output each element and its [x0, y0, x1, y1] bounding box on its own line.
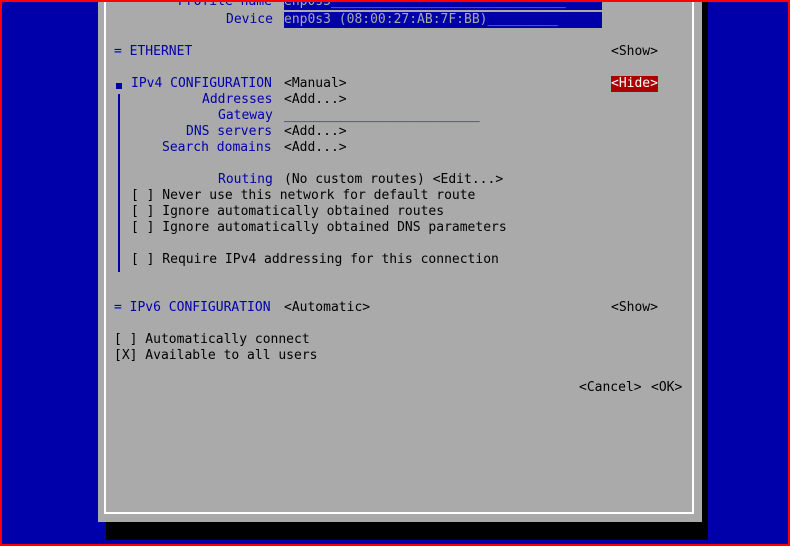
gateway-label: Gateway [218, 108, 273, 123]
profile-name-input[interactable]: enp0s3______________________________ [284, 0, 602, 10]
ignore-routes-checkbox[interactable]: [ ] Ignore automatically obtained routes [131, 204, 444, 220]
all-users-checkbox[interactable]: [X] Available to all users [114, 348, 318, 364]
ipv6-mode-dropdown[interactable]: <Automatic> [284, 300, 370, 316]
device-label: Device [226, 12, 273, 27]
never-default-route-checkbox[interactable]: [ ] Never use this network for default r… [131, 188, 475, 204]
gateway-input[interactable]: _________________________ [284, 108, 480, 124]
ipv6-show-button[interactable]: <Show> [611, 300, 658, 316]
dialog-shadow-bottom [106, 522, 708, 540]
dns-servers-add-button[interactable]: <Add...> [284, 124, 347, 140]
dialog-shadow-right [702, 0, 708, 540]
ipv4-mode-dropdown[interactable]: <Manual> [284, 76, 347, 92]
cancel-button[interactable]: <Cancel> [579, 380, 642, 396]
require-ipv4-checkbox[interactable]: [ ] Require IPv4 addressing for this con… [131, 252, 499, 268]
routing-label: Routing [218, 172, 273, 187]
ipv4-section-marker [116, 83, 122, 89]
ipv4-section-label: IPv4 CONFIGURATION [131, 76, 272, 91]
ethernet-section-label: = ETHERNET [114, 44, 193, 59]
dns-servers-label: DNS servers [186, 124, 273, 139]
ipv6-section-label: = IPv6 CONFIGURATION [114, 300, 271, 315]
addresses-add-button[interactable]: <Add...> [284, 92, 347, 108]
search-domains-add-button[interactable]: <Add...> [284, 140, 347, 156]
ipv4-section-bar [118, 94, 120, 272]
addresses-label: Addresses [202, 92, 273, 107]
ethernet-show-button[interactable]: <Show> [611, 44, 658, 60]
search-domains-label: Search domains [162, 140, 272, 155]
auto-connect-checkbox[interactable]: [ ] Automatically connect [114, 332, 310, 348]
ipv4-hide-button[interactable]: <Hide> [611, 76, 658, 92]
routing-edit-button[interactable]: (No custom routes) <Edit...> [284, 172, 503, 188]
device-input[interactable]: enp0s3 (08:00:27:AB:7F:BB)_________ [284, 12, 602, 28]
ignore-dns-checkbox[interactable]: [ ] Ignore automatically obtained DNS pa… [131, 220, 507, 236]
ok-button[interactable]: <OK> [651, 380, 682, 396]
profile-name-label: Profile name [178, 0, 272, 9]
